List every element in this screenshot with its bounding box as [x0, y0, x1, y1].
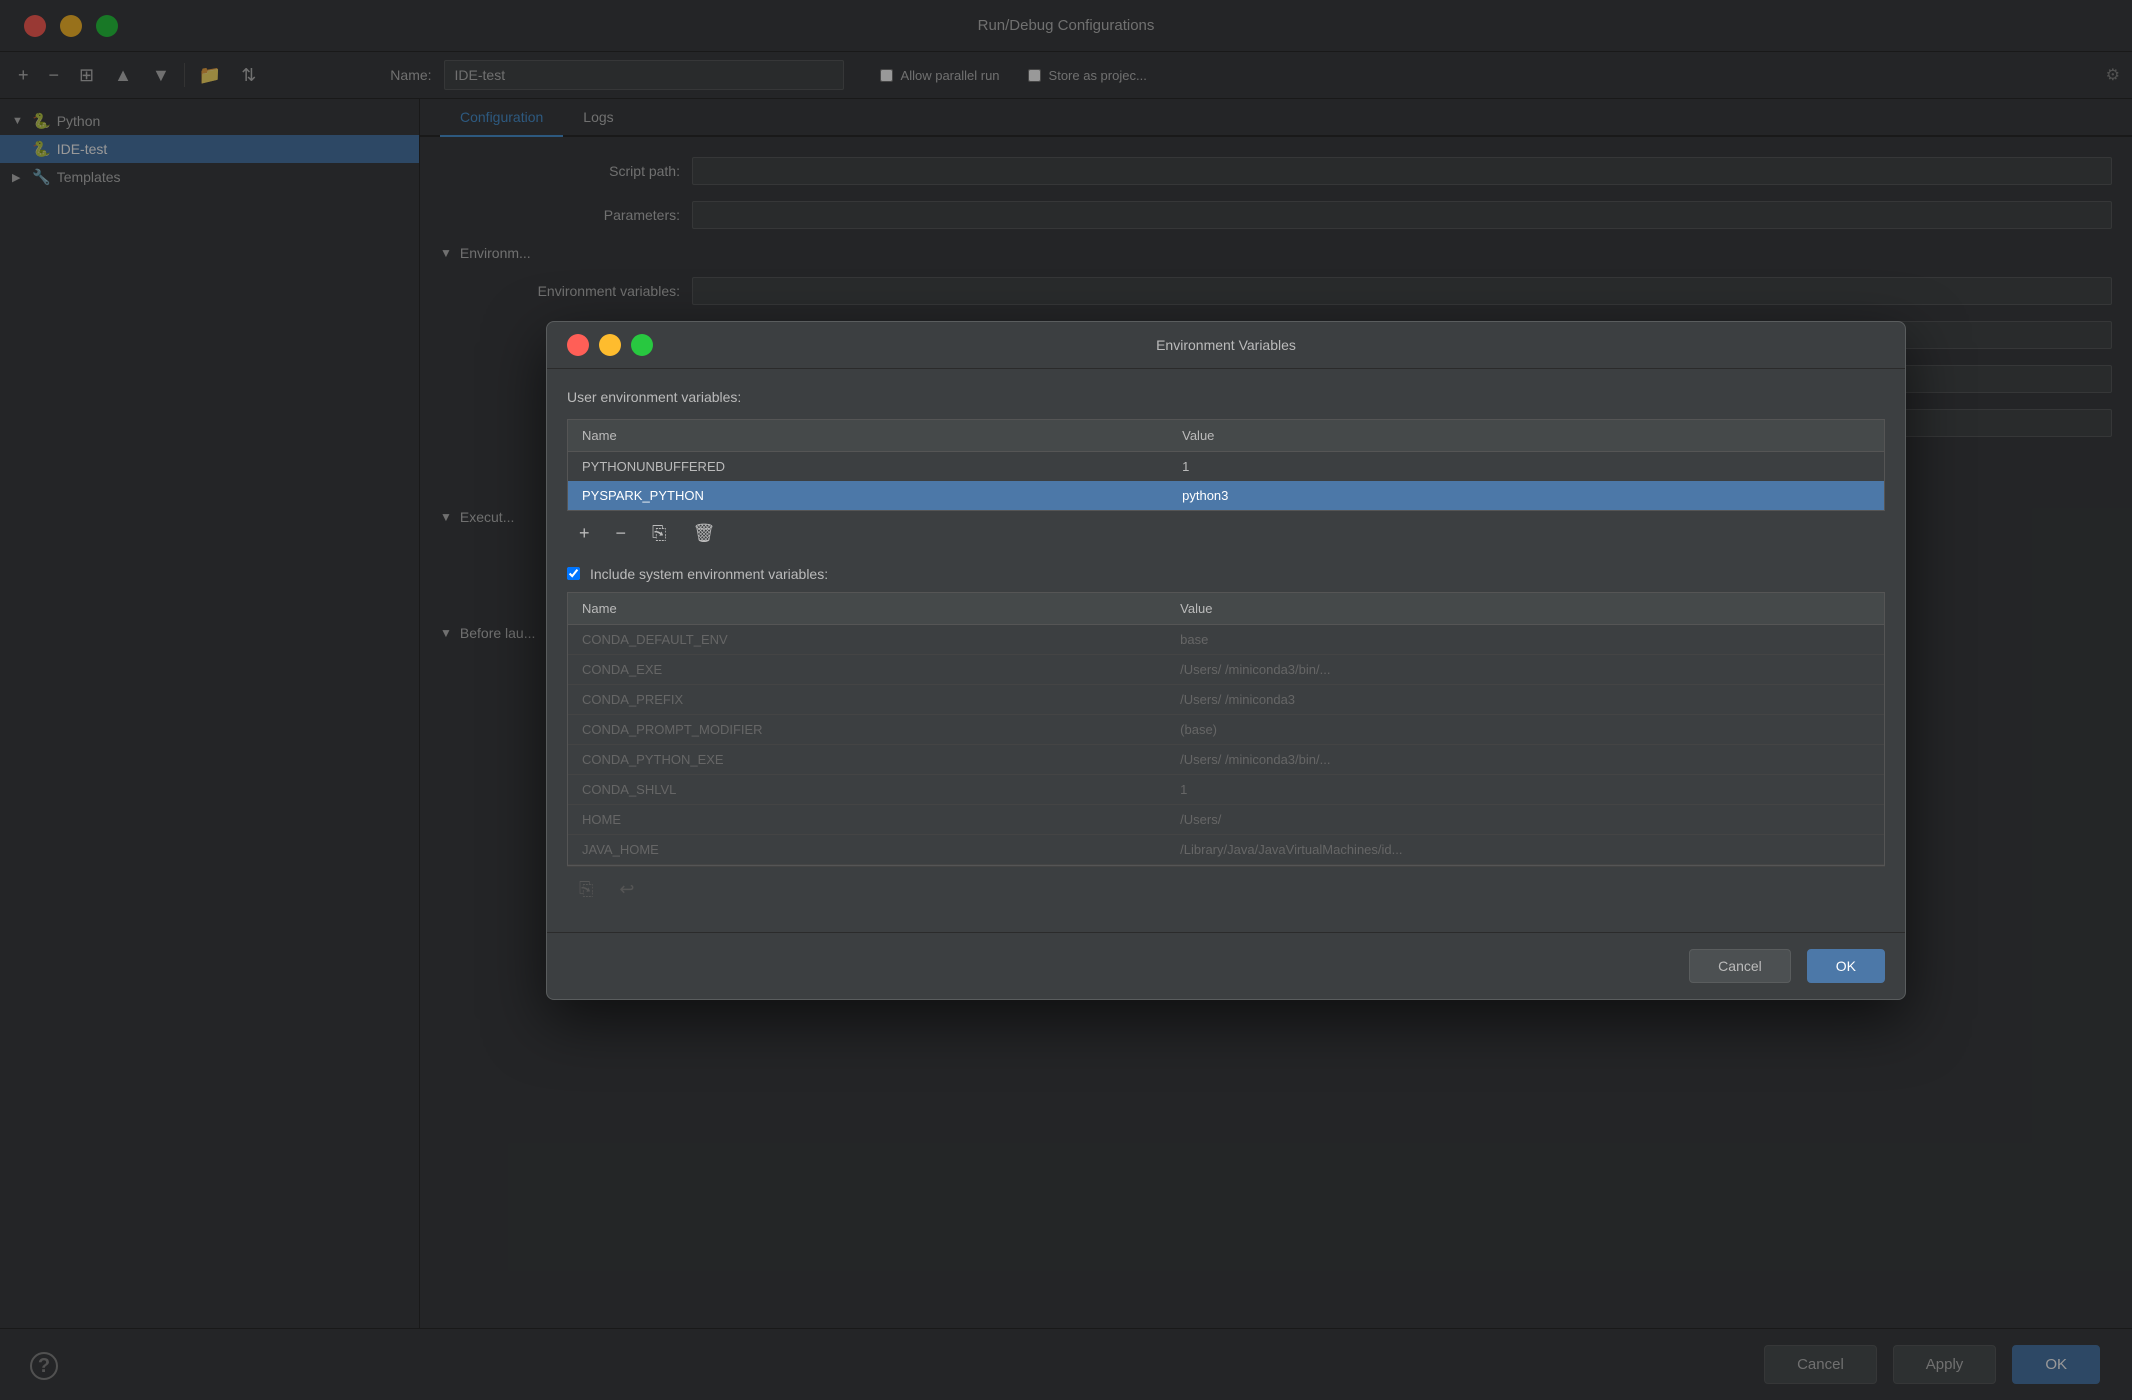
env-value-edit-input[interactable] — [1182, 488, 1870, 503]
sys-table-name-header: Name — [568, 593, 1166, 625]
user-section-title: User environment variables: — [567, 389, 1885, 405]
undo-sys-env-button[interactable]: ↩ — [611, 875, 642, 904]
copy-sys-env-button[interactable]: ⎘ — [571, 875, 601, 904]
modal-cancel-button[interactable]: Cancel — [1689, 949, 1791, 983]
table-row[interactable]: CONDA_PROMPT_MODIFIER (base) — [568, 714, 1884, 744]
env-variables-modal: Environment Variables User environment v… — [546, 321, 1906, 1000]
include-system-label: Include system environment variables: — [590, 566, 828, 582]
system-table-actions: ⎘ ↩ — [567, 866, 1885, 912]
modal-minimize-button[interactable] — [599, 334, 621, 356]
system-env-table-body: CONDA_DEFAULT_ENV base CONDA_EXE /Users/… — [568, 624, 1884, 864]
user-table-actions: + − ⎘ 🗑 — [567, 511, 1885, 556]
table-row[interactable]: HOME /Users/ — [568, 804, 1884, 834]
user-env-table: Name Value PYTHONUNBUFFERED 1 PYSPARK_PY… — [568, 420, 1884, 510]
user-table-name-header: Name — [568, 420, 1168, 452]
add-env-button[interactable]: + — [571, 519, 598, 548]
modal-footer: Cancel OK — [547, 932, 1905, 999]
delete-env-button[interactable]: 🗑 — [684, 519, 723, 548]
main-window: Run/Debug Configurations + − ⊞ ▲ ▼ 📁 ⇅ N… — [0, 0, 2132, 1400]
system-env-table-wrapper: Name Value CONDA_DEFAULT_ENV base CONDA_… — [567, 592, 1885, 866]
system-env-table: Name Value CONDA_DEFAULT_ENV base CONDA_… — [568, 593, 1884, 865]
table-row[interactable]: CONDA_PREFIX /Users/ /miniconda3 — [568, 684, 1884, 714]
table-row[interactable]: CONDA_PYTHON_EXE /Users/ /miniconda3/bin… — [568, 744, 1884, 774]
modal-overlay: Environment Variables User environment v… — [0, 0, 2132, 1400]
modal-body: User environment variables: Name Value — [547, 369, 1905, 932]
user-env-table-wrapper: Name Value PYTHONUNBUFFERED 1 PYSPARK_PY… — [567, 419, 1885, 511]
table-row[interactable]: CONDA_DEFAULT_ENV base — [568, 624, 1884, 654]
include-system-checkbox[interactable] — [567, 567, 580, 580]
modal-titlebar: Environment Variables — [547, 322, 1905, 369]
table-row[interactable]: CONDA_EXE /Users/ /miniconda3/bin/... — [568, 654, 1884, 684]
table-row[interactable]: PYTHONUNBUFFERED 1 — [568, 451, 1884, 481]
modal-ok-button[interactable]: OK — [1807, 949, 1885, 983]
env-name-cell: PYSPARK_PYTHON — [568, 481, 1168, 510]
env-value-cell[interactable] — [1168, 481, 1884, 510]
modal-window-controls — [567, 334, 653, 356]
modal-maximize-button[interactable] — [631, 334, 653, 356]
table-row[interactable]: PYSPARK_PYTHON — [568, 481, 1884, 510]
env-name-cell: PYTHONUNBUFFERED — [568, 451, 1168, 481]
table-row[interactable]: CONDA_SHLVL 1 — [568, 774, 1884, 804]
table-row[interactable]: JAVA_HOME /Library/Java/JavaVirtualMachi… — [568, 834, 1884, 864]
copy-env-button[interactable]: ⎘ — [644, 519, 674, 548]
user-table-value-header: Value — [1168, 420, 1884, 452]
modal-title: Environment Variables — [1156, 337, 1296, 353]
remove-env-button[interactable]: − — [608, 519, 635, 548]
modal-close-button[interactable] — [567, 334, 589, 356]
sys-table-value-header: Value — [1166, 593, 1884, 625]
include-system-row: Include system environment variables: — [567, 556, 1885, 592]
env-value-cell: 1 — [1168, 451, 1884, 481]
